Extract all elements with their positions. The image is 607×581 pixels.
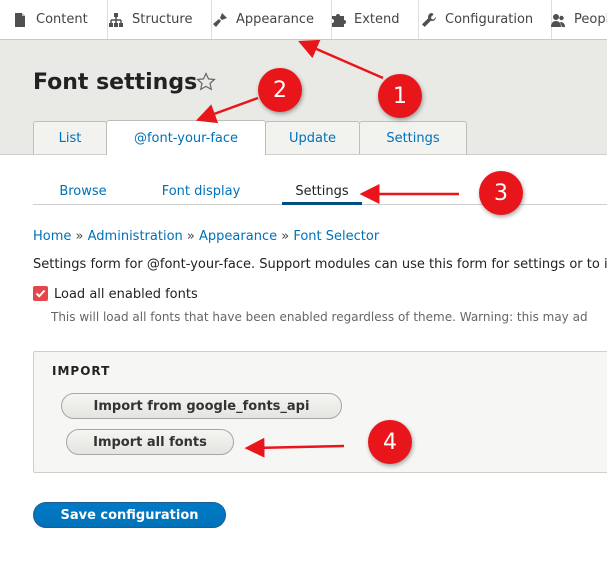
tab-list[interactable]: List — [33, 121, 107, 154]
toolbar-item-extend[interactable]: Extend — [320, 0, 419, 39]
annotation-badge-2: 2 — [258, 68, 302, 112]
toolbar-item-label: People — [574, 12, 607, 27]
content-page-icon — [15, 12, 25, 27]
wrench-icon — [422, 12, 436, 27]
annotation-badge-1: 1 — [378, 74, 422, 118]
structure-sitemap-icon — [109, 12, 123, 27]
toolbar-item-structure[interactable]: Structure — [96, 0, 212, 39]
star-shortcut-icon[interactable] — [196, 72, 216, 92]
toolbar-item-label: Configuration — [445, 12, 534, 27]
checkmark-icon — [35, 289, 46, 298]
tab-label: @font-your-face — [133, 130, 239, 146]
breadcrumb-separator: » — [75, 229, 84, 244]
tab-settings[interactable]: Settings — [359, 121, 467, 154]
tab-font-your-face[interactable]: @font-your-face — [106, 120, 266, 155]
import-google-fonts-button[interactable]: Import from google_fonts_api — [61, 393, 342, 419]
admin-toolbar: Content Structure Appearance Extend Conf… — [0, 0, 607, 40]
toolbar-item-appearance[interactable]: Appearance — [200, 0, 332, 39]
import-legend: IMPORT — [52, 364, 111, 378]
subtab-settings[interactable]: Settings — [282, 178, 362, 204]
subtab-font-display[interactable]: Font display — [147, 178, 255, 204]
subtab-label: Settings — [295, 183, 349, 199]
breadcrumb-administration[interactable]: Administration — [88, 229, 183, 244]
breadcrumb-home[interactable]: Home — [33, 229, 71, 244]
load-all-fonts-checkbox[interactable] — [33, 286, 48, 301]
breadcrumb-separator: » — [186, 229, 195, 244]
paintbrush-icon — [213, 12, 227, 27]
toolbar-item-content[interactable]: Content — [0, 0, 108, 39]
puzzle-icon — [332, 13, 346, 27]
subtab-label: Browse — [59, 183, 107, 199]
breadcrumb: Home » Administration » Appearance » Fon… — [33, 229, 379, 244]
tab-label: Settings — [386, 130, 440, 146]
annotation-badge-3: 3 — [479, 171, 523, 215]
toolbar-item-label: Appearance — [236, 12, 315, 27]
tab-label: Update — [288, 130, 337, 146]
form-description: Settings form for @font-your-face. Suppo… — [33, 257, 607, 272]
toolbar-item-label: Structure — [132, 12, 193, 27]
breadcrumb-appearance[interactable]: Appearance — [199, 229, 277, 244]
toolbar-item-configuration[interactable]: Configuration — [409, 0, 552, 39]
load-all-fonts-label[interactable]: Load all enabled fonts — [54, 287, 198, 302]
load-all-fonts-description: This will load all fonts that have been … — [51, 310, 588, 324]
subtab-browse[interactable]: Browse — [33, 178, 133, 204]
toolbar-item-label: Content — [36, 12, 88, 27]
annotation-badge-4: 4 — [368, 420, 412, 464]
breadcrumb-font-selector[interactable]: Font Selector — [293, 229, 379, 244]
people-icon — [551, 13, 565, 27]
import-all-fonts-button[interactable]: Import all fonts — [66, 429, 234, 455]
toolbar-item-label: Extend — [354, 12, 400, 27]
tab-label: List — [58, 130, 82, 146]
toolbar-item-people[interactable]: People — [540, 0, 607, 39]
subtab-label: Font display — [161, 183, 241, 199]
save-configuration-button[interactable]: Save configuration — [33, 502, 226, 528]
active-subtab-indicator — [282, 202, 362, 205]
page-title: Font settings — [33, 70, 198, 95]
tab-update[interactable]: Update — [265, 121, 360, 154]
breadcrumb-separator: » — [281, 229, 290, 244]
